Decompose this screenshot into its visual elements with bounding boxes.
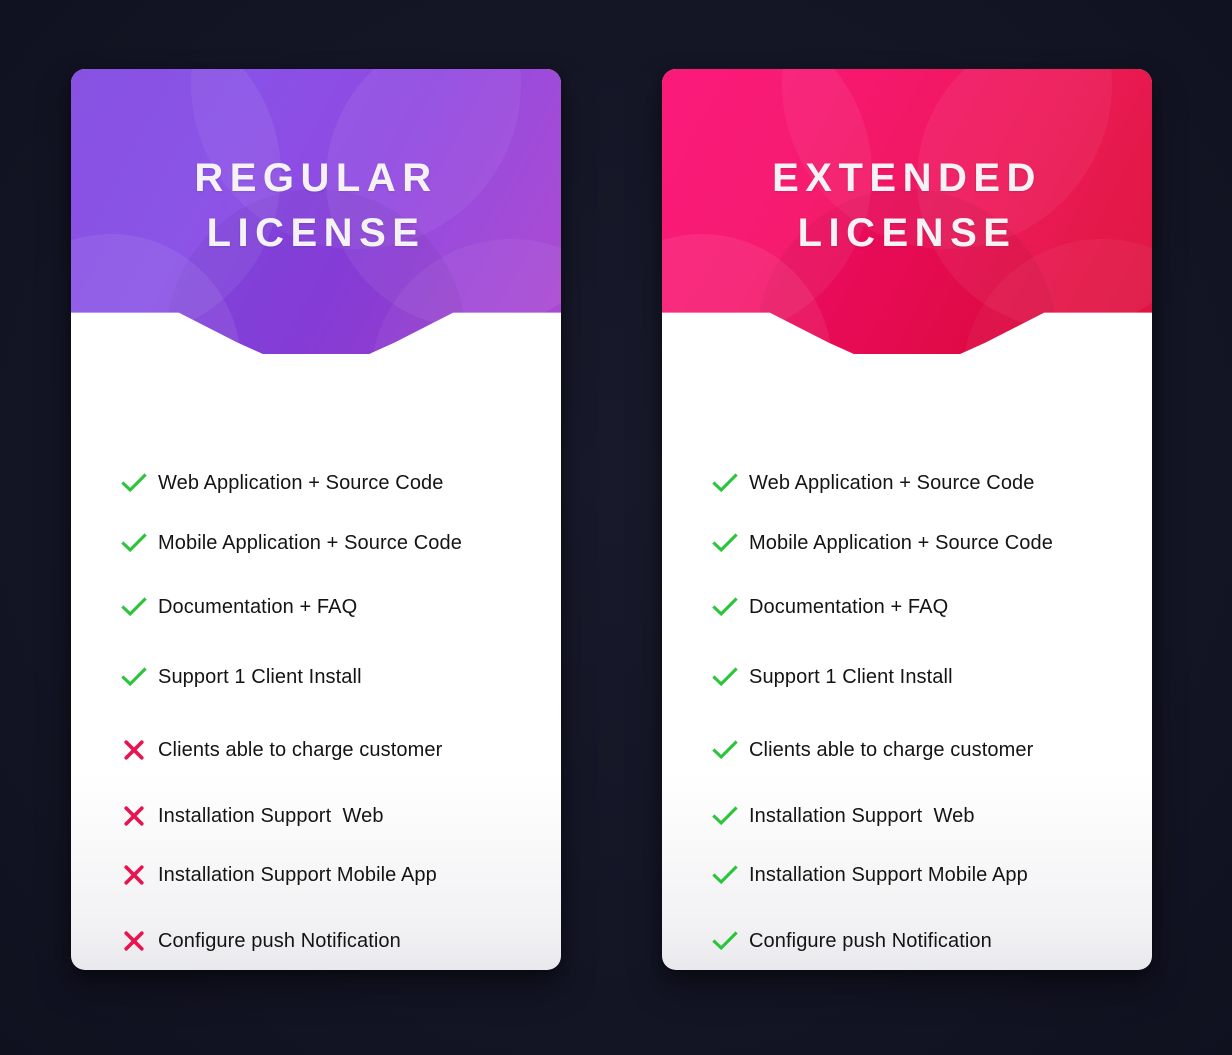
card-title-regular: REGULAR LICENSE [71,151,561,261]
feature-label: Support 1 Client Install [749,665,953,688]
cross-icon [119,926,149,956]
feature-label: Installation Support Web [158,804,384,827]
feature-item[interactable]: Mobile Application + Source Code [710,528,1053,558]
feature-label: Installation Support Mobile App [749,863,1028,886]
check-icon [710,662,740,692]
pricing-card-extended[interactable]: EXTENDED LICENSE Web Application + Sourc… [662,69,1152,970]
pricing-card-regular[interactable]: REGULAR LICENSE Web Application + Source… [71,69,561,970]
feature-item[interactable]: Documentation + FAQ [119,592,357,622]
feature-item[interactable]: Support 1 Client Install [119,662,362,692]
feature-item[interactable]: Mobile Application + Source Code [119,528,462,558]
feature-item[interactable]: Clients able to charge customer [710,735,1033,765]
feature-item[interactable]: Installation Support Web [119,801,384,831]
feature-item[interactable]: Web Application + Source Code [119,468,444,498]
feature-label: Clients able to charge customer [749,738,1034,761]
feature-label: Documentation + FAQ [749,595,949,618]
check-icon [119,528,149,558]
feature-label: Support 1 Client Install [158,665,362,688]
feature-label: Web Application + Source Code [749,471,1035,494]
feature-item[interactable]: Web Application + Source Code [710,468,1035,498]
feature-label: Installation Support Web [749,804,975,827]
feature-item[interactable]: Configure push Notification [710,926,992,956]
check-icon [119,662,149,692]
check-icon [710,592,740,622]
check-icon [119,592,149,622]
feature-label: Configure push Notification [749,929,992,952]
card-title-line2: LICENSE [797,211,1017,255]
feature-item[interactable]: Installation Support Web [710,801,975,831]
page-background: REGULAR LICENSE Web Application + Source… [0,0,1232,1055]
check-icon [710,926,740,956]
feature-item[interactable]: Clients able to charge customer [119,735,442,765]
check-icon [710,860,740,890]
feature-label: Documentation + FAQ [158,595,358,618]
feature-label: Web Application + Source Code [158,471,444,494]
card-title-extended: EXTENDED LICENSE [662,151,1152,261]
feature-label: Mobile Application + Source Code [158,531,462,554]
feature-item[interactable]: Configure push Notification [119,926,401,956]
feature-label: Clients able to charge customer [158,738,443,761]
card-title-line1: EXTENDED [772,156,1042,200]
cross-icon [119,801,149,831]
check-icon [710,801,740,831]
check-icon [710,528,740,558]
feature-item[interactable]: Installation Support Mobile App [119,860,437,890]
card-title-line1: REGULAR [194,156,438,200]
card-title-line2: LICENSE [206,211,426,255]
check-icon [710,468,740,498]
card-header-extended: EXTENDED LICENSE [662,69,1152,354]
feature-item[interactable]: Installation Support Mobile App [710,860,1028,890]
cross-icon [119,860,149,890]
check-icon [710,735,740,765]
feature-item[interactable]: Support 1 Client Install [710,662,953,692]
feature-label: Installation Support Mobile App [158,863,437,886]
feature-label: Configure push Notification [158,929,401,952]
card-header-regular: REGULAR LICENSE [71,69,561,354]
check-icon [119,468,149,498]
feature-item[interactable]: Documentation + FAQ [710,592,948,622]
feature-label: Mobile Application + Source Code [749,531,1053,554]
cross-icon [119,735,149,765]
